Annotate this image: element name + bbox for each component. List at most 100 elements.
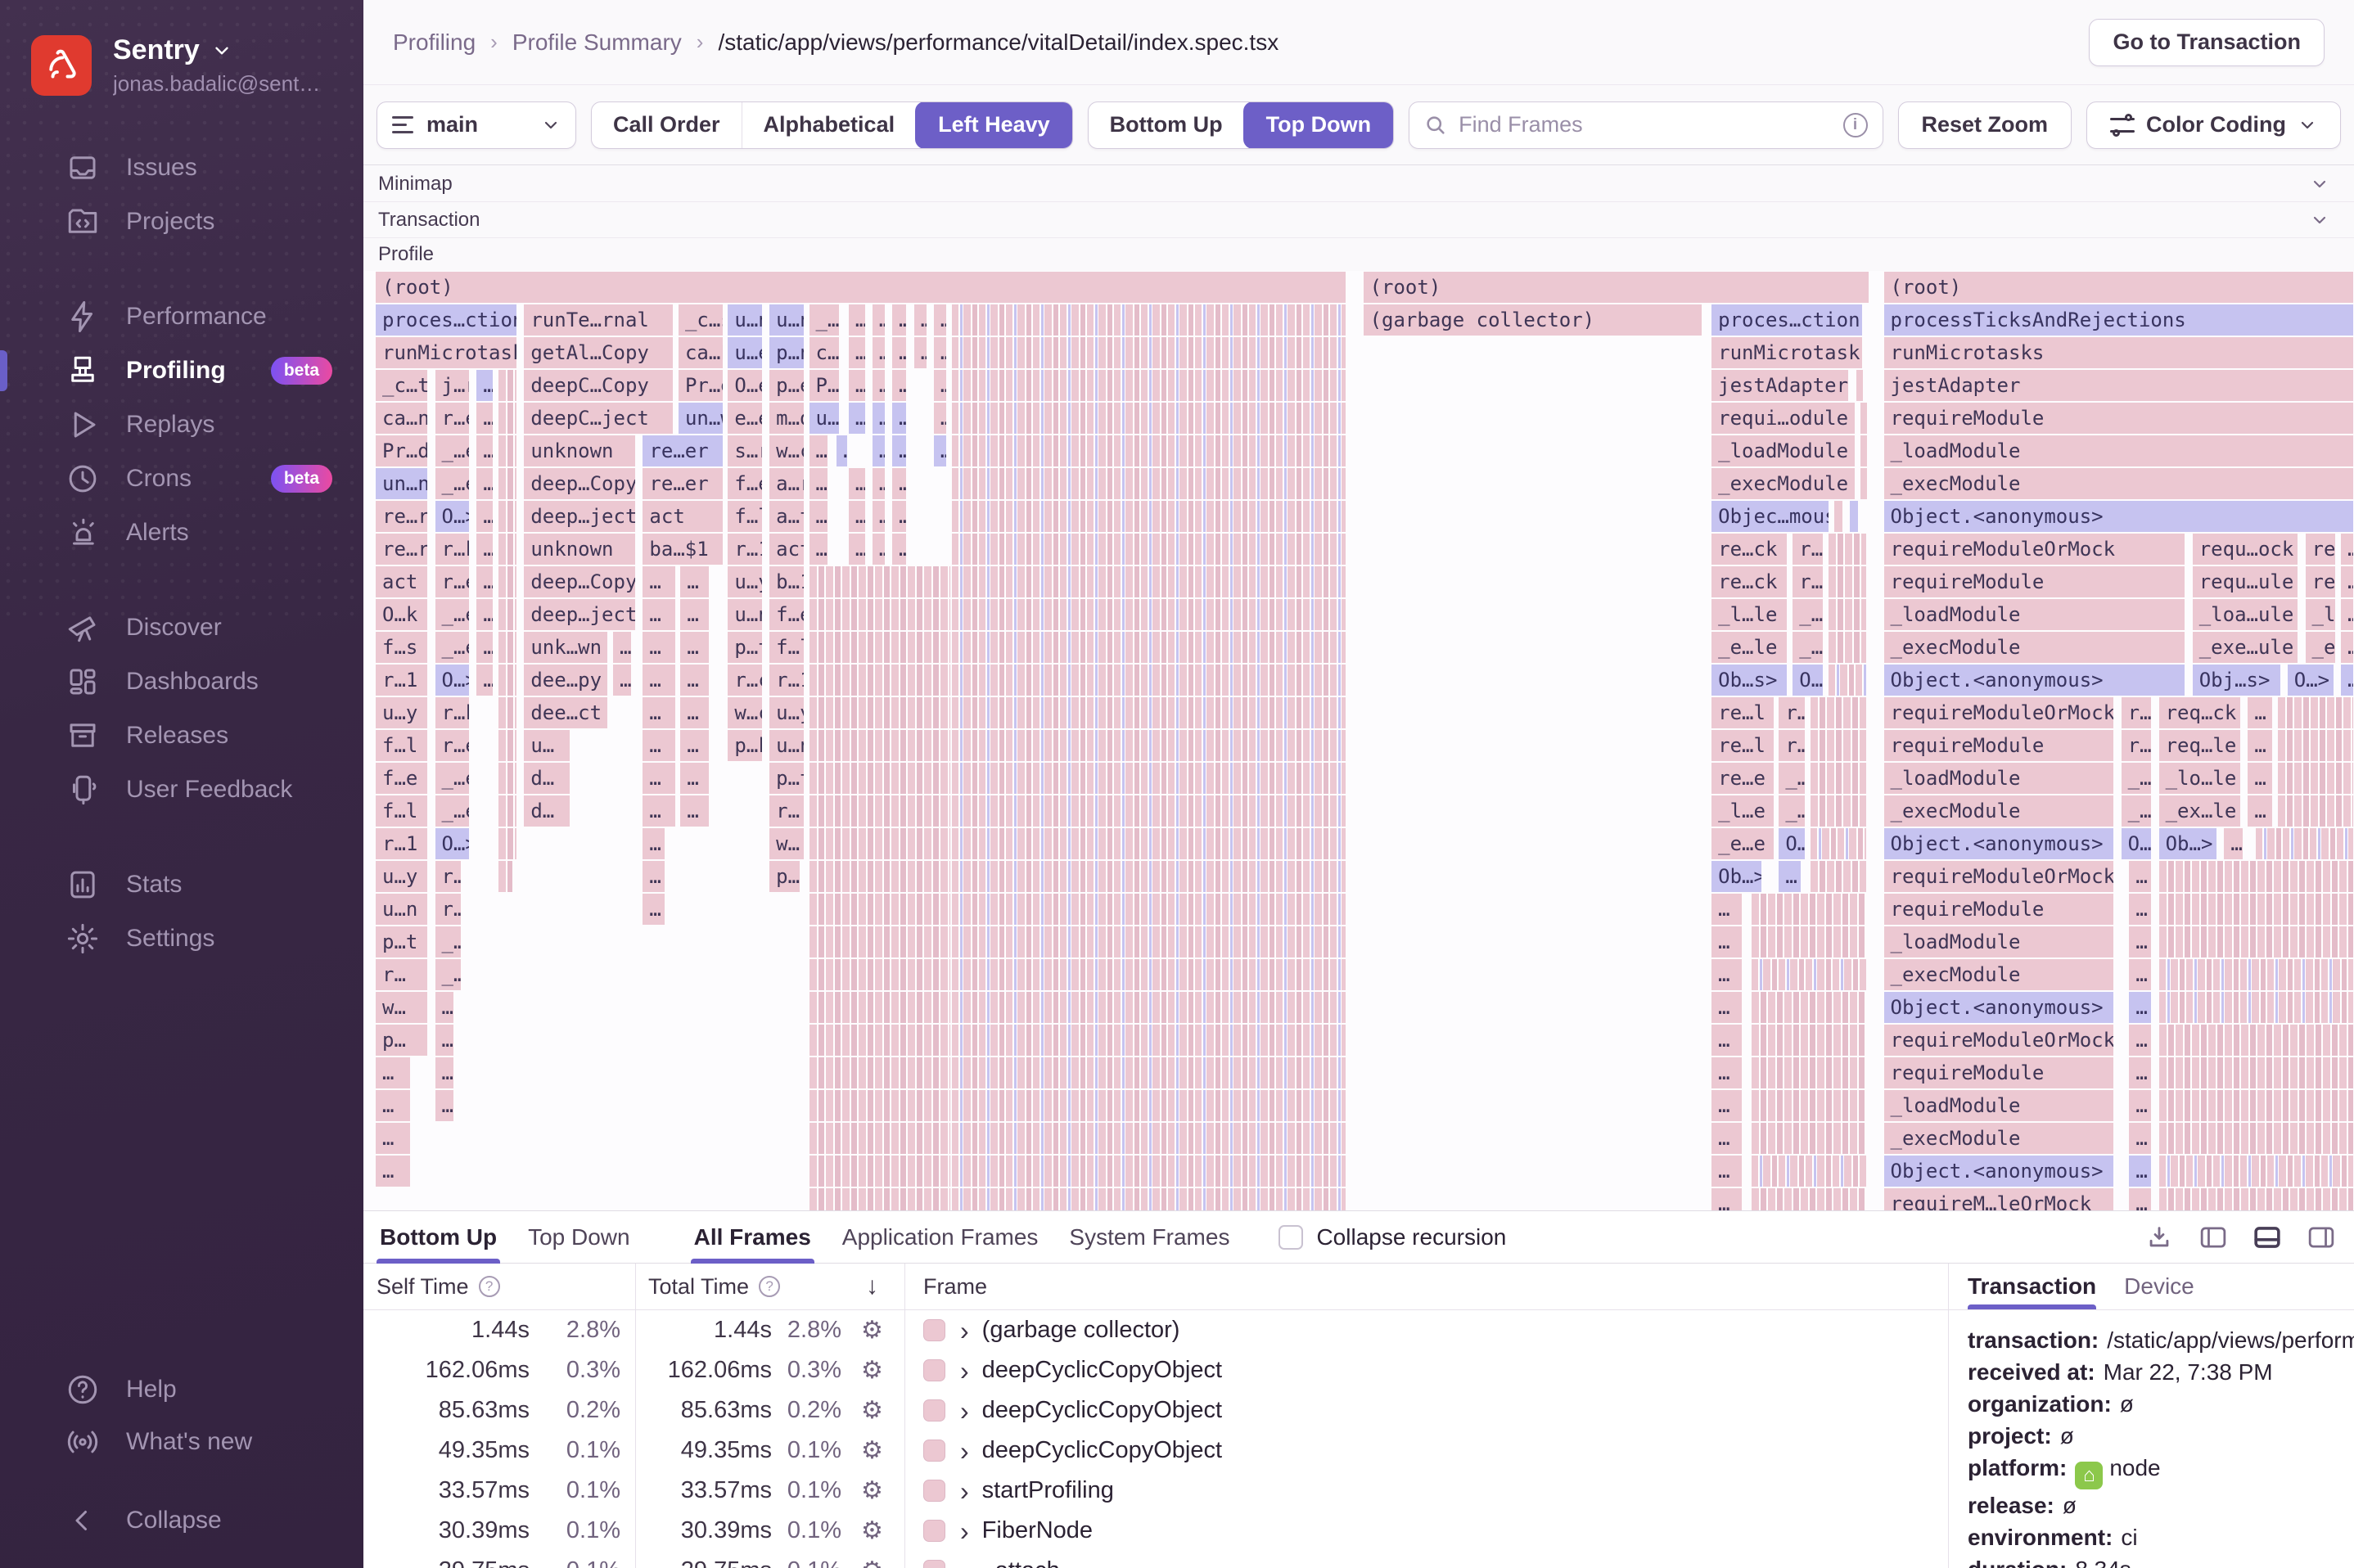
flame-frame[interactable]: …	[892, 501, 907, 532]
flame-frame[interactable]: _…	[809, 304, 840, 336]
flame-frame[interactable]: _…	[435, 959, 462, 990]
flame-frame[interactable]: _exe…ule	[2192, 632, 2298, 663]
flame-frame[interactable]: f…e	[376, 763, 428, 794]
sidebar-item-help[interactable]: Help	[0, 1363, 363, 1416]
flame-frame[interactable]: r…1	[376, 828, 428, 859]
flame-frames-dense[interactable]	[1828, 534, 1867, 565]
flame-frames-dense[interactable]	[498, 534, 517, 565]
flame-frame[interactable]: Obj…s>	[2192, 665, 2280, 696]
flame-frame[interactable]: u…	[524, 730, 570, 761]
flame-frame[interactable]: (root)	[1363, 272, 1869, 303]
flame-frame[interactable]: …	[476, 566, 494, 597]
flame-frame[interactable]: O…e	[728, 370, 762, 401]
detail-tab-transaction[interactable]: Transaction	[1968, 1264, 2097, 1309]
flame-frame[interactable]: r…	[2121, 697, 2152, 728]
flame-frame[interactable]: f…l	[728, 501, 762, 532]
flame-frame[interactable]: …	[848, 534, 865, 565]
flame-frame[interactable]: r…	[435, 861, 462, 892]
flame-frames-dense[interactable]	[2277, 795, 2353, 827]
flame-frame[interactable]: r…e	[435, 403, 470, 434]
flame-frames-dense[interactable]	[951, 534, 1346, 565]
flame-frames-dense[interactable]	[2277, 763, 2353, 794]
flame-frame[interactable]: Ob…>	[2158, 828, 2217, 859]
flame-frame[interactable]: req…le	[2158, 730, 2241, 761]
flame-frame[interactable]: …	[643, 632, 675, 663]
flame-frames-dense[interactable]	[1860, 468, 1867, 499]
flame-frame[interactable]: b…1	[769, 566, 804, 597]
flame-frame[interactable]: a…t	[769, 501, 804, 532]
flame-frames-dense[interactable]	[809, 861, 950, 892]
flame-frame[interactable]: …	[933, 370, 946, 401]
flame-frame[interactable]: …	[643, 566, 675, 597]
flame-frames-dense[interactable]	[951, 403, 1346, 434]
flame-frame[interactable]: re…e	[1711, 763, 1774, 794]
flame-frame[interactable]: …	[848, 501, 865, 532]
sidebar-item-crons[interactable]: Crons beta	[0, 452, 363, 506]
flame-frame[interactable]: u…n	[728, 304, 762, 336]
chevron-right-icon[interactable]: ›	[960, 1438, 969, 1464]
flame-frames-dense[interactable]	[951, 992, 1346, 1023]
flame-frame[interactable]: runMicrotasks	[1711, 337, 1863, 368]
flame-frame[interactable]: …	[2129, 926, 2152, 957]
flame-frame[interactable]: runMicrotasks	[1883, 337, 2353, 368]
flame-frame[interactable]: p…k	[728, 730, 762, 761]
flame-frame[interactable]: u…n	[769, 304, 804, 336]
flame-frame[interactable]: f…s	[376, 632, 428, 663]
flame-frame[interactable]: requireModule	[1883, 894, 2114, 925]
flame-frame[interactable]: getAl…Copy	[524, 337, 674, 368]
flame-frame[interactable]: r…k	[435, 534, 470, 565]
flame-frame[interactable]: j…r	[435, 370, 470, 401]
flame-frame[interactable]: r…	[1779, 697, 1806, 728]
flame-frame[interactable]: …	[2129, 1123, 2152, 1154]
flame-frame[interactable]: …	[643, 828, 665, 859]
flame-frames-dense[interactable]	[1828, 599, 1867, 630]
flame-frames-dense[interactable]	[1828, 566, 1867, 597]
gear-icon[interactable]: ⚙	[861, 1390, 883, 1431]
flame-frame[interactable]: …	[933, 435, 946, 466]
flame-frames-dense[interactable]	[951, 1123, 1346, 1154]
flame-frame[interactable]: …	[2224, 828, 2243, 859]
flame-frame[interactable]: _e…e	[1711, 828, 1774, 859]
flame-frame[interactable]: …	[848, 370, 865, 401]
flame-frame[interactable]: jestAdapter	[1711, 370, 1849, 401]
flame-frame[interactable]: (root)	[376, 272, 1346, 303]
flame-frames-dense[interactable]	[1811, 795, 1867, 827]
flame-frame[interactable]: _execModule	[1711, 468, 1855, 499]
color-coding-button[interactable]: Color Coding	[2086, 101, 2341, 149]
flame-frame[interactable]: u…e	[728, 337, 762, 368]
flame-frame[interactable]: …	[892, 337, 907, 368]
flame-frames-dense[interactable]	[1828, 665, 1867, 696]
flame-frame[interactable]: …	[848, 337, 865, 368]
flame-frame[interactable]: …	[2129, 959, 2152, 990]
table-row[interactable]: 33.57ms 0.1% 33.57ms 0.1% ⚙ › startProfiling	[363, 1471, 1948, 1511]
flame-frame[interactable]: …	[892, 534, 907, 565]
flame-frame[interactable]: deep…Copy	[524, 566, 636, 597]
flame-frame[interactable]: _loadModule	[1883, 926, 2114, 957]
flame-frame[interactable]: …	[476, 599, 494, 630]
sidebar-item-issues[interactable]: Issues	[0, 141, 363, 195]
flame-frame[interactable]: r…	[1779, 730, 1806, 761]
flame-frames-dense[interactable]	[951, 828, 1346, 859]
flame-frame[interactable]: re…k	[2305, 534, 2336, 565]
flame-frame[interactable]: f…e	[769, 599, 804, 630]
flame-frames-dense[interactable]	[951, 435, 1346, 466]
flame-frame[interactable]: …	[476, 468, 494, 499]
layout-bottom-panel-icon[interactable]	[2253, 1223, 2282, 1251]
flame-frame[interactable]: …	[435, 1057, 453, 1088]
flame-frame[interactable]: deepC…ject	[524, 403, 674, 434]
flame-frame[interactable]: …	[2129, 861, 2152, 892]
flame-frames-dense[interactable]	[951, 337, 1346, 368]
flame-frame[interactable]: _…e	[435, 632, 470, 663]
table-row[interactable]: 1.44s 2.8% 1.44s 2.8% ⚙ › (garbage collector)	[363, 1310, 1948, 1350]
flame-frames-dense[interactable]	[1751, 992, 1867, 1023]
flame-frame[interactable]: …	[848, 304, 865, 336]
table-row[interactable]: 29.75ms 0.1% 29.75ms 0.1% ⚙ › _attach	[363, 1551, 1948, 1568]
flame-frame[interactable]: _loadModule	[1883, 763, 2114, 794]
gear-icon[interactable]: ⚙	[861, 1511, 883, 1551]
flame-frame[interactable]: …	[2341, 534, 2353, 565]
flame-frame[interactable]: …	[680, 599, 709, 630]
sort-option-alphabetical[interactable]: Alphabetical	[741, 101, 917, 148]
flame-frame[interactable]: d…	[524, 763, 570, 794]
flame-frame[interactable]: requi…odule	[1711, 403, 1855, 434]
flame-frame[interactable]: _…e	[435, 763, 470, 794]
